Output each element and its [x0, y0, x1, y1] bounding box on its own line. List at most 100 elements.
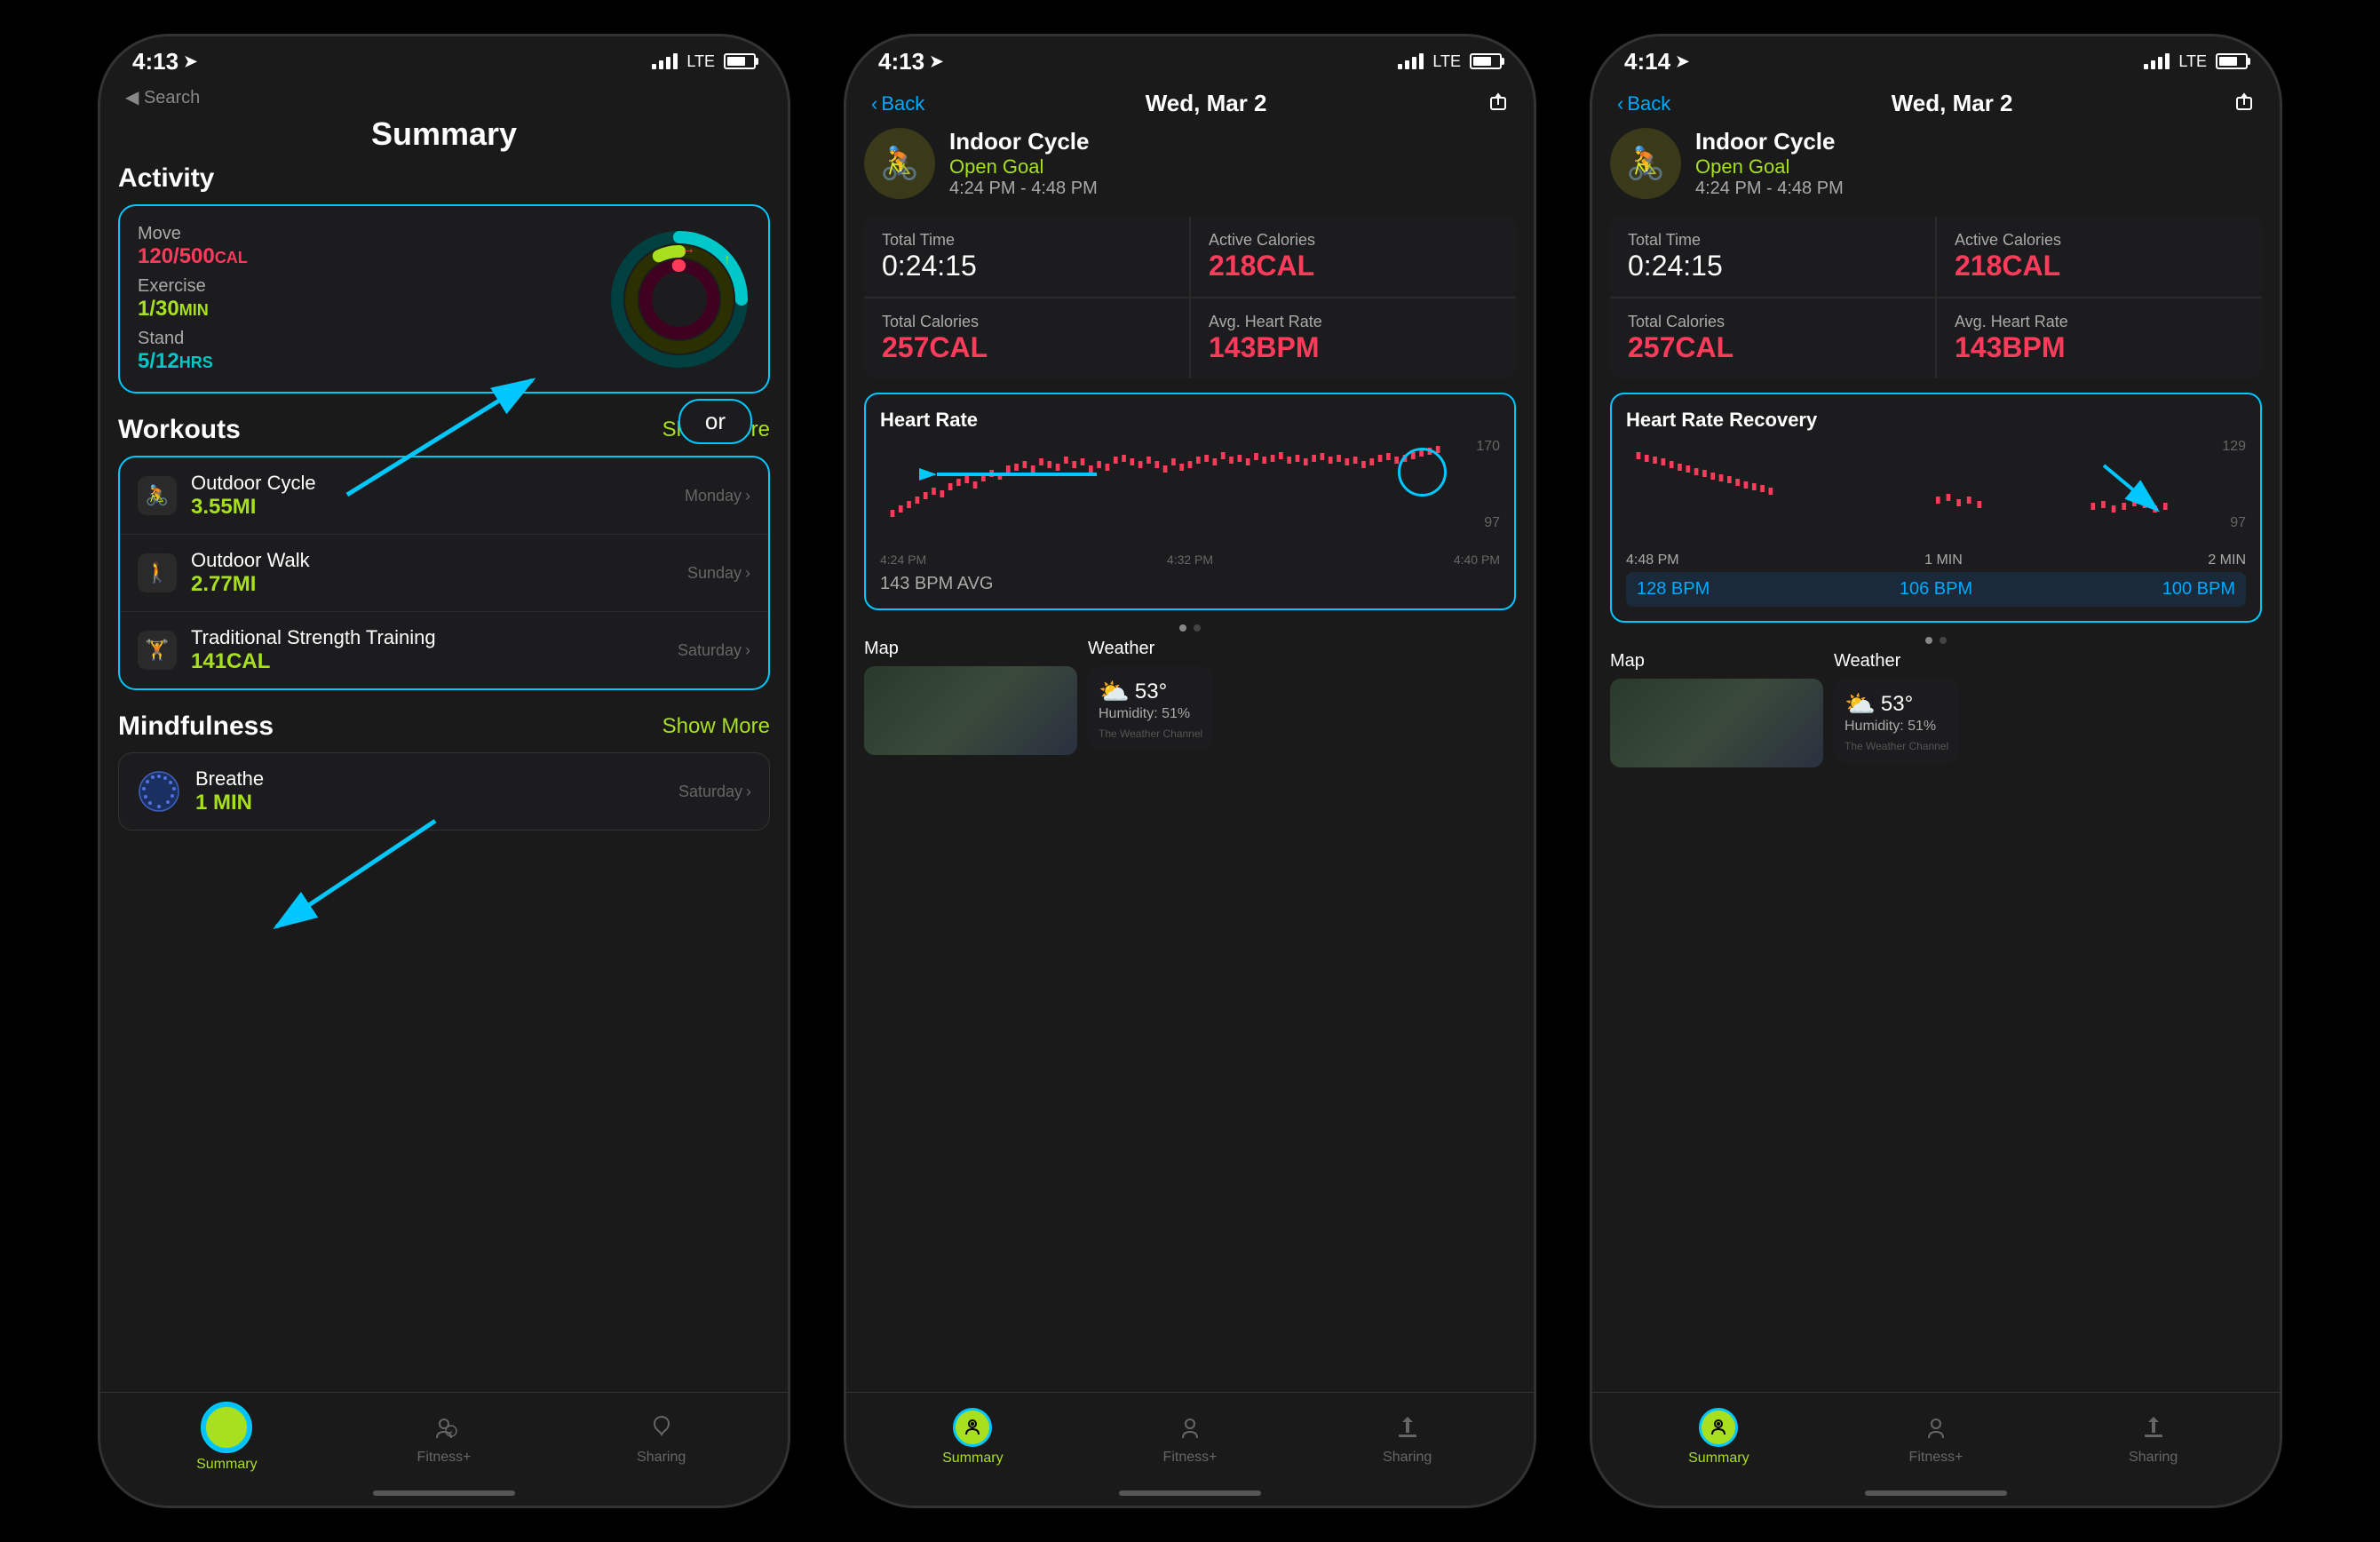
workout-icon-strength: 🏋️: [138, 631, 177, 670]
workout-icon-walk: 🚶: [138, 553, 177, 592]
workout-detail-3: 🚴 Indoor Cycle Open Goal 4:24 PM - 4:48 …: [1592, 128, 2280, 1392]
tab-fitness-1[interactable]: + Fitness+: [336, 1409, 553, 1466]
notch-3: [1847, 36, 2025, 65]
workout-nav-2: ‹ Back Wed, Mar 2: [846, 86, 1534, 128]
status-time-1: 4:13 ➤: [132, 48, 197, 76]
tab-bar-2: Summary Fitness+ Sharing: [846, 1392, 1534, 1481]
nav-title-2: Wed, Mar 2: [1146, 90, 1267, 117]
home-indicator-1: [100, 1481, 788, 1506]
notch-1: [355, 36, 533, 65]
map-weather-2: Map Weather ⛅ 53° Humidity: 51% The Weat…: [864, 639, 1516, 755]
back-button-3[interactable]: ‹ Back: [1617, 92, 1670, 115]
workout-meta-1: Sunday ›: [687, 564, 750, 583]
phone-1: 4:13 ➤ LTE ◀ Search Summary Activity: [98, 34, 790, 1508]
home-indicator-2: [846, 1481, 1534, 1506]
workout-info-2: Traditional Strength Training 141CAL: [191, 626, 678, 674]
workout-meta-0: Monday ›: [685, 487, 750, 505]
mindfulness-show-more[interactable]: Show More: [662, 714, 770, 739]
back-button-2[interactable]: ‹ Back: [871, 92, 924, 115]
activity-stats: Move 120/500CAL Exercise 1/30MIN Stand 5…: [138, 224, 248, 374]
workout-detail-2: 🚴 Indoor Cycle Open Goal 4:24 PM - 4:48 …: [846, 128, 1534, 1392]
weather-box-3: ⛅ 53° Humidity: 51% The Weather Channel: [1834, 679, 1959, 763]
workout-meta-2: Saturday ›: [678, 641, 750, 660]
hr-recovery-values: 128 BPM 106 BPM 100 BPM: [1626, 572, 2246, 607]
svg-text:↑: ↑: [736, 266, 743, 282]
workout-info-0: Outdoor Cycle 3.55MI: [191, 472, 685, 520]
stat-cell-3-2: Total Calories 257CAL: [1610, 298, 1935, 378]
tab-sharing-1[interactable]: Sharing: [552, 1409, 770, 1466]
weather-label-2: Weather: [1088, 639, 1213, 659]
mindfulness-meta: Saturday ›: [678, 783, 751, 801]
phone-2: 4:13 ➤ LTE ‹ Back Wed, Mar 2: [844, 34, 1536, 1508]
hr-recovery-labels: 4:48 PM 1 MIN 2 MIN: [1626, 552, 2246, 568]
notch-2: [1101, 36, 1279, 65]
battery-3: [2216, 53, 2248, 69]
page-dots-3: [1610, 637, 2262, 644]
workout-nav-3: ‹ Back Wed, Mar 2: [1592, 86, 2280, 128]
battery-1: [724, 53, 756, 69]
share-button-2[interactable]: [1488, 91, 1509, 117]
map-box-3[interactable]: [1610, 679, 1823, 767]
weather-box-2: ⛅ 53° Humidity: 51% The Weather Channel: [1088, 666, 1213, 751]
phone-3: 4:14 ➤ LTE ‹ Back Wed, Mar 2: [1590, 34, 2282, 1508]
mindfulness-header: Mindfulness Show More: [118, 711, 770, 742]
signal-1: [652, 53, 678, 69]
stats-grid-3: Total Time 0:24:15 Active Calories 218CA…: [1610, 217, 2262, 378]
battery-2: [1470, 53, 1502, 69]
hr-avg-2: 143 BPM AVG: [880, 574, 1500, 594]
mindfulness-title: Mindfulness: [118, 711, 274, 742]
weather-label-3: Weather: [1834, 651, 1959, 672]
workouts-title: Workouts: [118, 415, 241, 445]
stat-cell-0: Total Time 0:24:15: [864, 217, 1189, 297]
tab-fitness-3[interactable]: Fitness+: [1828, 1409, 2045, 1466]
stat-cell-3-3: Avg. Heart Rate 143BPM: [1937, 298, 2262, 378]
workout-item-0[interactable]: 🚴 Outdoor Cycle 3.55MI Monday ›: [120, 457, 768, 535]
workout-title-row-3: 🚴 Indoor Cycle Open Goal 4:24 PM - 4:48 …: [1610, 128, 2262, 199]
status-right-2: LTE: [1398, 52, 1502, 71]
tab-summary-1[interactable]: Summary: [118, 1402, 336, 1473]
tab-bar-3: Summary Fitness+ Sharing: [1592, 1392, 2280, 1481]
status-time-2: 4:13 ➤: [878, 48, 943, 76]
workouts-card: 🚴 Outdoor Cycle 3.55MI Monday › 🚶 Outdoo…: [118, 456, 770, 690]
stats-grid-2: Total Time 0:24:15 Active Calories 218CA…: [864, 217, 1516, 378]
home-indicator-3: [1592, 1481, 2280, 1506]
hr-chart-card-2: Heart Rate 170 97: [864, 393, 1516, 610]
tab-sharing-2[interactable]: Sharing: [1298, 1409, 1516, 1466]
stat-cell-1: Active Calories 218CAL: [1191, 217, 1516, 297]
tab-summary-2[interactable]: Summary: [864, 1408, 1082, 1466]
mindfulness-info: Breathe 1 MIN: [195, 767, 678, 815]
map-box-2[interactable]: [864, 666, 1077, 755]
workouts-header: Workouts Show More or: [118, 415, 770, 445]
hr-x-labels: 4:24 PM 4:32 PM 4:40 PM: [880, 552, 1500, 567]
map-label-3: Map: [1610, 651, 1823, 672]
activity-card[interactable]: Move 120/500CAL Exercise 1/30MIN Stand 5…: [118, 204, 770, 393]
map-weather-3: Map Weather ⛅ 53° Humidity: 51% The Weat…: [1610, 651, 2262, 767]
hr-chart-card-3: Heart Rate Recovery 129 97: [1610, 393, 2262, 623]
workout-circle-3: 🚴: [1610, 128, 1681, 199]
tab-sharing-3[interactable]: Sharing: [2044, 1409, 2262, 1466]
tab-fitness-2[interactable]: Fitness+: [1082, 1409, 1299, 1466]
activity-rings: ↑ ↑ →: [608, 228, 750, 370]
workout-info-1: Outdoor Walk 2.77MI: [191, 549, 687, 597]
page-dots-2: [864, 624, 1516, 632]
share-button-3[interactable]: [2233, 91, 2255, 117]
mindfulness-card[interactable]: Breathe 1 MIN Saturday ›: [118, 752, 770, 831]
workout-item-2[interactable]: 🏋️ Traditional Strength Training 141CAL …: [120, 612, 768, 688]
activity-title: Activity: [118, 163, 214, 194]
tab-summary-3[interactable]: Summary: [1610, 1408, 1828, 1466]
stat-cell-3: Avg. Heart Rate 143BPM: [1191, 298, 1516, 378]
nav-search-1[interactable]: ◀ Search: [100, 86, 788, 112]
map-label-2: Map: [864, 639, 1077, 659]
status-right-3: LTE: [2144, 52, 2248, 71]
stat-cell-2: Total Calories 257CAL: [864, 298, 1189, 378]
svg-text:→: →: [681, 242, 695, 257]
tab-bar-1: Summary + Fitness+ Sharing: [100, 1392, 788, 1481]
svg-text:+: +: [449, 1428, 454, 1436]
workout-circle-2: 🚴: [864, 128, 935, 199]
nav-title-3: Wed, Mar 2: [1892, 90, 2013, 117]
svg-text:↑: ↑: [724, 252, 731, 267]
workout-item-1[interactable]: 🚶 Outdoor Walk 2.77MI Sunday ›: [120, 535, 768, 612]
workout-title-row-2: 🚴 Indoor Cycle Open Goal 4:24 PM - 4:48 …: [864, 128, 1516, 199]
scroll-content-1[interactable]: Activity Move 120/500CAL Exercise 1/30MI…: [100, 163, 788, 1392]
stat-cell-3-0: Total Time 0:24:15: [1610, 217, 1935, 297]
